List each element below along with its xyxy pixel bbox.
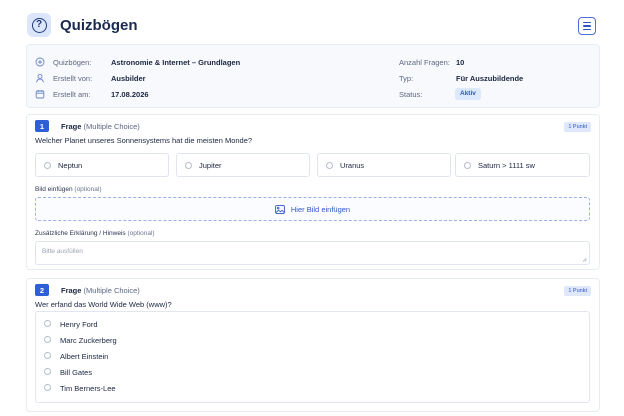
answer-option[interactable]: Neptun bbox=[35, 153, 169, 177]
info-value-count: 10 bbox=[456, 58, 465, 67]
hint-textarea[interactable]: Bitte ausfüllen bbox=[35, 241, 590, 265]
info-label-creator: Erstellt von: bbox=[53, 74, 93, 83]
question-number: 2 bbox=[35, 284, 49, 296]
menu-button[interactable] bbox=[578, 17, 596, 35]
radio-button[interactable] bbox=[326, 162, 333, 169]
question-number: 1 bbox=[35, 120, 49, 132]
answer-option[interactable]: Marc Zuckerberg bbox=[36, 332, 589, 348]
answer-options: Henry Ford Marc Zuckerberg Albert Einste… bbox=[35, 311, 590, 403]
info-label-count: Anzahl Fragen: bbox=[399, 58, 450, 67]
answer-option[interactable]: Uranus bbox=[317, 153, 451, 177]
answer-option[interactable]: Bill Gates bbox=[36, 364, 589, 380]
radio-button[interactable] bbox=[185, 162, 192, 169]
calendar-icon bbox=[35, 90, 45, 99]
quiz-info-card: Quizbögen: Astronomie & Internet – Grund… bbox=[26, 44, 600, 108]
info-label-quiz: Quizbögen: bbox=[53, 58, 92, 67]
info-value-creator: Ausbilder bbox=[111, 74, 146, 83]
info-row-creator: Erstellt von: Ausbilder Typ: Für Auszubi… bbox=[27, 71, 599, 85]
radio-button[interactable] bbox=[44, 336, 51, 343]
radio-button[interactable] bbox=[44, 368, 51, 375]
info-value-date: 17.08.2026 bbox=[111, 90, 149, 99]
question-card-1: 1 Frage (Multiple Choice) 1 Punkt Welche… bbox=[26, 114, 600, 270]
answer-option[interactable]: Saturn > 1111 sw bbox=[455, 153, 590, 177]
app-logo: ? bbox=[27, 13, 51, 37]
question-type: Frage (Multiple Choice) bbox=[61, 122, 140, 131]
status-badge: Aktiv bbox=[455, 88, 481, 100]
radio-button[interactable] bbox=[44, 352, 51, 359]
resize-grip-icon[interactable] bbox=[582, 257, 587, 262]
image-field-label: Bild einfügen (optional) bbox=[35, 186, 102, 193]
hamburger-menu-icon bbox=[583, 22, 591, 24]
image-upload-text: Hier Bild einfügen bbox=[290, 204, 351, 214]
info-value-quiz: Astronomie & Internet – Grundlagen bbox=[111, 58, 241, 67]
hint-placeholder: Bitte ausfüllen bbox=[42, 248, 83, 255]
answer-option[interactable]: Tim Berners-Lee bbox=[36, 380, 589, 396]
radio-button[interactable] bbox=[44, 162, 51, 169]
question-text: Wer erfand das World Wide Web (www)? bbox=[35, 300, 172, 309]
info-row-quiz: Quizbögen: Astronomie & Internet – Grund… bbox=[27, 55, 599, 69]
image-icon bbox=[275, 204, 285, 214]
image-dropzone[interactable]: Hier Bild einfügen bbox=[35, 197, 590, 221]
info-value-type: Für Auszubildende bbox=[456, 74, 524, 83]
question-type: Frage (Multiple Choice) bbox=[61, 286, 140, 295]
page-header: ? Quizbögen bbox=[24, 8, 600, 44]
radio-button[interactable] bbox=[44, 384, 51, 391]
points-badge: 1 Punkt bbox=[564, 286, 591, 296]
hint-field-label: Zusätzliche Erklärung / Hinweis (optiona… bbox=[35, 230, 155, 237]
answer-option[interactable]: Albert Einstein bbox=[36, 348, 589, 364]
user-icon bbox=[36, 73, 44, 83]
question-card-2: 2 Frage (Multiple Choice) 1 Punkt Wer er… bbox=[26, 278, 600, 412]
quiz-app: ? Quizbögen Quizbögen: Astronomie & Inte… bbox=[24, 8, 600, 416]
answer-options: Neptun Jupiter Uranus Saturn > 1111 sw bbox=[35, 153, 590, 177]
points-badge: 1 Punkt bbox=[564, 122, 591, 132]
info-label-status: Status: bbox=[399, 90, 423, 99]
plus-circle-icon bbox=[35, 57, 45, 67]
radio-button[interactable] bbox=[464, 162, 471, 169]
page-title: Quizbögen bbox=[60, 17, 138, 34]
info-row-date: Erstellt am: 17.08.2026 Status: Aktiv bbox=[27, 87, 599, 101]
question-circle-icon: ? bbox=[31, 17, 47, 33]
info-label-date: Erstellt am: bbox=[53, 90, 91, 99]
answer-option[interactable]: Jupiter bbox=[176, 153, 310, 177]
answer-option[interactable]: Henry Ford bbox=[36, 316, 589, 332]
radio-button[interactable] bbox=[44, 320, 51, 327]
question-text: Welcher Planet unseres Sonnensystems hat… bbox=[35, 136, 253, 145]
info-label-type: Typ: bbox=[399, 74, 414, 83]
